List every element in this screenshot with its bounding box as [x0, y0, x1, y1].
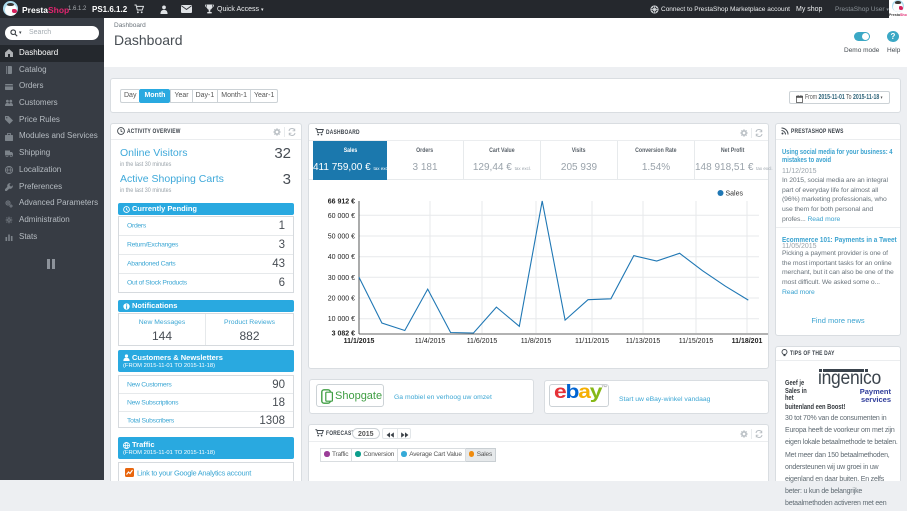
svg-text:66 912 €: 66 912 €	[328, 199, 355, 206]
svg-text:11/18/201: 11/18/201	[732, 338, 763, 345]
svg-text:11/15/2015: 11/15/2015	[679, 338, 714, 345]
svg-text:60 000 €: 60 000 €	[328, 213, 355, 220]
svg-text:20 000 €: 20 000 €	[328, 296, 355, 303]
svg-text:11/1/2015: 11/1/2015	[344, 338, 375, 345]
svg-text:11/6/2015: 11/6/2015	[467, 338, 498, 345]
svg-text:30 000 €: 30 000 €	[328, 275, 355, 282]
svg-text:10 000 €: 10 000 €	[328, 316, 355, 323]
svg-text:11/4/2015: 11/4/2015	[415, 338, 446, 345]
svg-text:3 082 €: 3 082 €	[332, 331, 355, 338]
svg-text:11/8/2015: 11/8/2015	[521, 338, 552, 345]
svg-text:40 000 €: 40 000 €	[328, 254, 355, 261]
svg-text:11/11/2015: 11/11/2015	[575, 338, 609, 345]
svg-text:50 000 €: 50 000 €	[328, 234, 355, 241]
svg-text:Sales: Sales	[726, 191, 744, 198]
svg-text:11/13/2015: 11/13/2015	[626, 338, 661, 345]
